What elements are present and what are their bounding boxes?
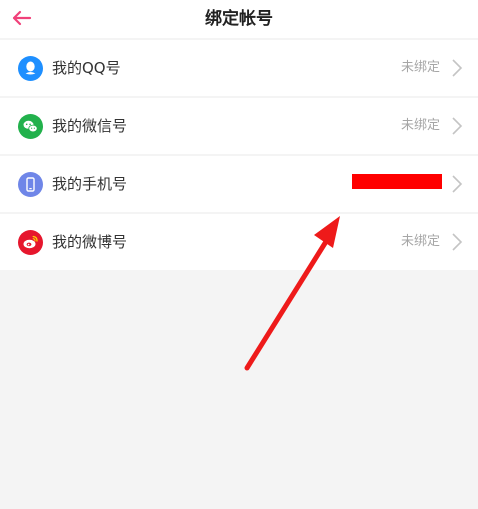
chevron-right-icon [452,117,463,135]
status-text: 未绑定 [400,234,440,249]
account-row-weibo[interactable]: 我的微博号 未绑定 [0,214,478,270]
qq-icon [18,56,43,81]
account-label: 我的QQ号 [52,59,121,77]
redaction-bar [352,174,442,189]
status-text: 未绑定 [400,118,440,133]
header-bar: 绑定帐号 [0,0,478,38]
account-list: 我的QQ号 未绑定 我的微信号 未绑定 我的手机号 我的微博号 未绑定 [0,40,478,272]
account-row-wechat[interactable]: 我的微信号 未绑定 [0,98,478,154]
account-label: 我的微博号 [52,233,128,251]
chevron-right-icon [452,175,463,193]
page-title: 绑定帐号 [205,9,273,29]
chevron-right-icon [452,233,463,251]
account-row-phone[interactable]: 我的手机号 [0,156,478,212]
wechat-icon [18,114,43,139]
account-label: 我的微信号 [52,117,128,135]
status-text: 未绑定 [400,60,440,75]
phone-icon [18,172,43,197]
weibo-icon [18,230,43,255]
chevron-right-icon [452,59,463,77]
account-label: 我的手机号 [52,175,128,193]
account-row-qq[interactable]: 我的QQ号 未绑定 [0,40,478,96]
